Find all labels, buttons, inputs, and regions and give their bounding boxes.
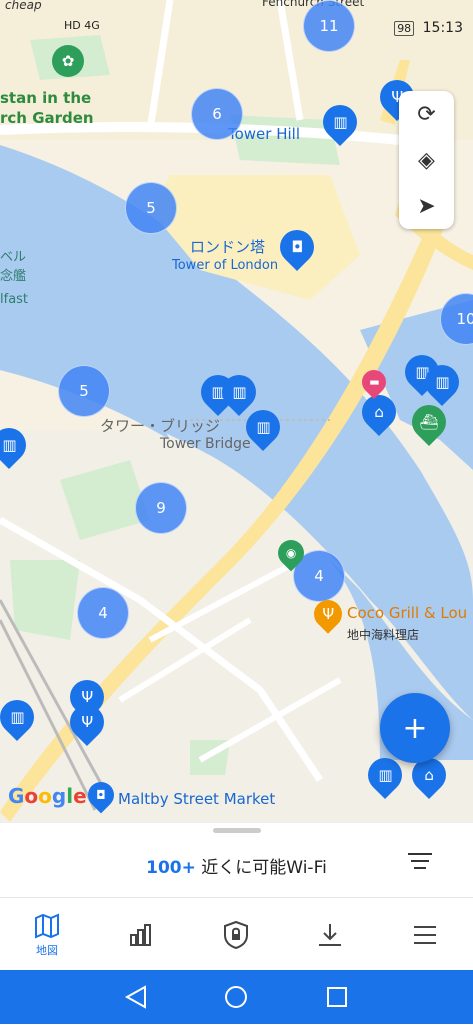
- time-text: 15:13: [422, 20, 463, 36]
- wifi-count: 100+: [146, 858, 196, 878]
- map-label-belfast-jp: ベル 念艦: [0, 250, 27, 284]
- sheet-handle[interactable]: [213, 828, 261, 833]
- map-controls: ⟳ ◈ ➤: [399, 91, 454, 229]
- back-icon[interactable]: [124, 985, 146, 1009]
- add-button[interactable]: +: [380, 693, 450, 763]
- cluster-marker[interactable]: 4: [77, 587, 129, 639]
- nav-stats[interactable]: [94, 898, 188, 971]
- battery-level: 98: [394, 21, 415, 36]
- garden-pin-icon[interactable]: ✿: [52, 45, 84, 77]
- clock: 98 15:13: [394, 20, 463, 36]
- map-label-bridge-en: Tower Bridge: [160, 436, 251, 452]
- locate-icon[interactable]: ➤: [399, 183, 454, 229]
- nav-download[interactable]: [283, 898, 377, 971]
- download-icon: [319, 923, 341, 946]
- map-label-garden: stan in the rch Garden: [0, 89, 94, 127]
- map-label-maltby: Maltby Street Market: [118, 790, 276, 808]
- nav-menu[interactable]: [378, 898, 472, 971]
- home-icon[interactable]: [225, 986, 247, 1008]
- google-logo: Google: [8, 784, 87, 808]
- system-navigation-bar: [0, 970, 473, 1024]
- cluster-marker[interactable]: 6: [191, 88, 243, 140]
- map-label-coco: Coco Grill & Lou: [347, 604, 468, 622]
- map-icon: [35, 912, 59, 939]
- menu-icon: [414, 925, 436, 944]
- map-label-tower-jp: ロンドン塔: [190, 238, 266, 256]
- network-indicator: HD 4G: [64, 19, 100, 32]
- wifi-text: 近くに可能Wi-Fi: [195, 858, 327, 878]
- bar-chart-icon: [130, 923, 151, 946]
- map-label-bridge-jp: タワー・ブリッジ: [100, 417, 221, 435]
- nearby-wifi-sheet[interactable]: 100+ 近くに可能Wi-Fi: [0, 822, 473, 898]
- cluster-marker[interactable]: 9: [135, 482, 187, 534]
- nav-vpn[interactable]: [189, 898, 283, 971]
- cluster-marker[interactable]: 5: [58, 365, 110, 417]
- bottom-navigation: 地図: [0, 897, 473, 971]
- shield-lock-icon: [224, 920, 248, 949]
- cluster-marker[interactable]: 5: [125, 182, 177, 234]
- filter-icon[interactable]: [408, 853, 432, 874]
- status-bar: HD 4G 98 15:13: [0, 0, 473, 38]
- nav-map[interactable]: 地図: [0, 898, 94, 971]
- nearby-wifi-title: 100+ 近くに可能Wi-Fi: [0, 853, 473, 878]
- map-label-belfast-en: lfast: [0, 292, 29, 307]
- map-label-tower-en: Tower of London: [172, 258, 279, 273]
- refresh-icon[interactable]: ⟳: [399, 91, 454, 137]
- map-label-coco-jp: 地中海料理店: [347, 628, 420, 642]
- map-view[interactable]: HD 4G 98 15:13 Fenchurch Street cheap st…: [0, 0, 473, 822]
- recents-icon[interactable]: [327, 987, 347, 1007]
- nav-map-label: 地図: [36, 943, 58, 957]
- layers-icon[interactable]: ◈: [399, 137, 454, 183]
